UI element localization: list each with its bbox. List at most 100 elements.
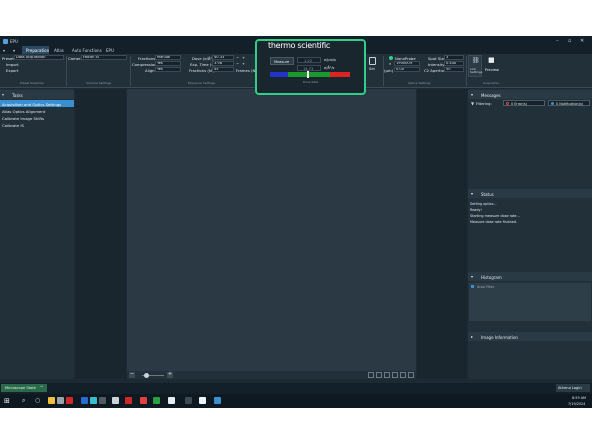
plus-button[interactable]: +	[242, 55, 245, 60]
collapse-icon[interactable]: ▾	[471, 274, 473, 279]
histogram-title: Histogram	[481, 274, 502, 280]
import-button[interactable]: Import	[6, 62, 19, 67]
link-settings-label: Link Settings	[470, 67, 483, 75]
dose-field[interactable]: 40.33	[212, 55, 234, 60]
image-viewer[interactable]	[127, 89, 416, 379]
minus-button[interactable]: −	[236, 61, 239, 66]
group-exposure-label: Exposure Settings	[188, 81, 216, 85]
status-header[interactable]: ▾ Status	[468, 189, 592, 198]
tasks-title: Tasks	[12, 92, 23, 98]
view-tool-icon[interactable]	[384, 372, 390, 378]
tab-atlas[interactable]: Atlas	[50, 46, 68, 54]
group-preset-label: Preset Selection	[20, 81, 45, 85]
messages-header[interactable]: ▾ Messages	[468, 90, 592, 99]
tab-preparation[interactable]: Preparation	[22, 46, 49, 54]
exp-time-field[interactable]: 3.98	[212, 61, 234, 66]
right-panel: ▾ Messages ▼ Filtering: 0 Error(s) 0 Not…	[468, 89, 592, 379]
fractions-nr-label: Fractions (Nr)	[189, 68, 215, 73]
app-icon-red[interactable]	[66, 397, 73, 404]
minus-button[interactable]: −	[236, 55, 239, 60]
view-tool-icon[interactable]	[400, 372, 406, 378]
errors-count: 0 Error(s)	[511, 101, 527, 106]
app-icon-dim[interactable]	[185, 397, 192, 404]
task-acquisition-optics[interactable]: Acquisition and Optics Settings	[0, 100, 74, 107]
app-icon-red-3[interactable]	[140, 397, 147, 404]
app-icon-blue[interactable]	[81, 397, 88, 404]
zoom-slider-handle[interactable]	[144, 372, 149, 378]
camera-select[interactable]: Falcon 4i	[81, 55, 127, 60]
errors-filter-button[interactable]: 0 Error(s)	[503, 100, 545, 106]
defocus-field[interactable]: 0.00	[394, 67, 420, 72]
fractions-select[interactable]: Manual	[155, 55, 181, 60]
measure-button[interactable]: Measure	[270, 57, 294, 65]
magnification-select[interactable]: 190000×	[394, 61, 420, 66]
dose-unit-pix: e/pix/s	[324, 58, 336, 62]
app-icon-dark[interactable]	[99, 397, 106, 404]
right-viewer-pane	[417, 89, 467, 379]
view-tool-icon[interactable]	[368, 372, 374, 378]
align-select[interactable]: Yes	[155, 67, 181, 72]
dose-bar-low	[270, 72, 288, 77]
tab-auto-functions[interactable]: Auto Functions	[68, 46, 106, 54]
zoom-in-button[interactable]: +	[167, 372, 173, 378]
collapse-icon[interactable]: ▾	[2, 92, 4, 97]
plus-button[interactable]: +	[242, 61, 245, 66]
collapse-icon[interactable]: ▸	[471, 334, 473, 339]
histogram-header[interactable]: ▾ Histogram	[468, 272, 592, 281]
spot-size-select[interactable]: 3	[444, 55, 464, 60]
status-line: Measure dose rate finished.	[470, 220, 518, 224]
compression-select[interactable]: Yes	[155, 61, 181, 66]
windows-start-icon[interactable]: ⊞	[4, 397, 10, 405]
collapse-icon[interactable]: ▾	[471, 191, 473, 196]
image-information-title: Image Information	[481, 334, 518, 340]
set-button[interactable]: Set	[366, 55, 380, 73]
messages-title: Messages	[481, 92, 501, 98]
preview-label: Preview	[485, 68, 499, 72]
app-icon-cyan[interactable]	[90, 397, 97, 404]
link-settings-button[interactable]: ⛓ Link Settings	[468, 55, 482, 77]
close-icon[interactable]: ✕	[580, 38, 584, 44]
app-icon-light[interactable]	[168, 397, 175, 404]
menu-dropdown-icon[interactable]: ▾	[3, 48, 5, 53]
notifications-filter-button[interactable]: 0 Notification(s)	[548, 100, 590, 106]
link-icon: ⛓	[472, 57, 480, 64]
image-information-header[interactable]: ▸ Image Information	[468, 332, 592, 341]
c2-aperture-select[interactable]: 50	[444, 67, 464, 72]
app-icon-red-2[interactable]	[125, 397, 132, 404]
tab-epu[interactable]: EPU	[102, 46, 118, 54]
maximize-icon[interactable]: ▫	[568, 38, 571, 44]
search-icon[interactable]: ⌕	[22, 397, 25, 405]
preview-button[interactable]: ■ Preview	[484, 55, 500, 77]
auto-filter-checkbox[interactable]	[471, 285, 474, 288]
presets-select[interactable]: Data Acquisition	[14, 55, 64, 60]
file-explorer-icon[interactable]	[48, 397, 55, 404]
fractions-nr-field[interactable]: 45	[212, 67, 234, 72]
spot-size-label: Spot Size	[428, 56, 446, 61]
app-icon-white[interactable]	[199, 397, 206, 404]
task-atlas-optics-alignment[interactable]: Atlas Optics Alignment	[0, 107, 74, 114]
set-label: Set	[369, 67, 375, 71]
view-tool-icon[interactable]	[376, 372, 382, 378]
export-button[interactable]: Export	[6, 68, 18, 73]
task-view-icon[interactable]: ○	[35, 397, 40, 404]
task-calibrate-is[interactable]: Calibrate IS	[0, 121, 74, 128]
dose-bar-marker	[307, 71, 309, 78]
divider	[130, 56, 131, 86]
task-calibrate-image-shifts[interactable]: Calibrate Image Shifts	[0, 114, 74, 121]
zoom-out-button[interactable]: −	[129, 372, 135, 378]
intensity-field[interactable]: 0.440	[444, 61, 464, 66]
app-icon-plain[interactable]	[112, 397, 119, 404]
app-icon-gray[interactable]	[57, 397, 64, 404]
app-icon-blue-2[interactable]	[214, 397, 221, 404]
group-optics-label: Optics Settings	[408, 81, 431, 85]
app-icon-green[interactable]	[153, 397, 160, 404]
user-login-button[interactable]: Athena Login	[556, 384, 590, 392]
view-tool-icon[interactable]	[392, 372, 398, 378]
tasks-header[interactable]: ▾ Tasks	[0, 90, 74, 99]
notifications-count: 0 Notification(s)	[556, 101, 584, 106]
minimize-icon[interactable]: –	[556, 38, 559, 44]
view-tool-icon[interactable]	[408, 372, 414, 378]
microscope-state-button[interactable]: Microscope State ^	[1, 384, 47, 392]
collapse-icon[interactable]: ▾	[471, 92, 473, 97]
menu-dropdown-icon-2[interactable]: ▾	[13, 48, 15, 53]
